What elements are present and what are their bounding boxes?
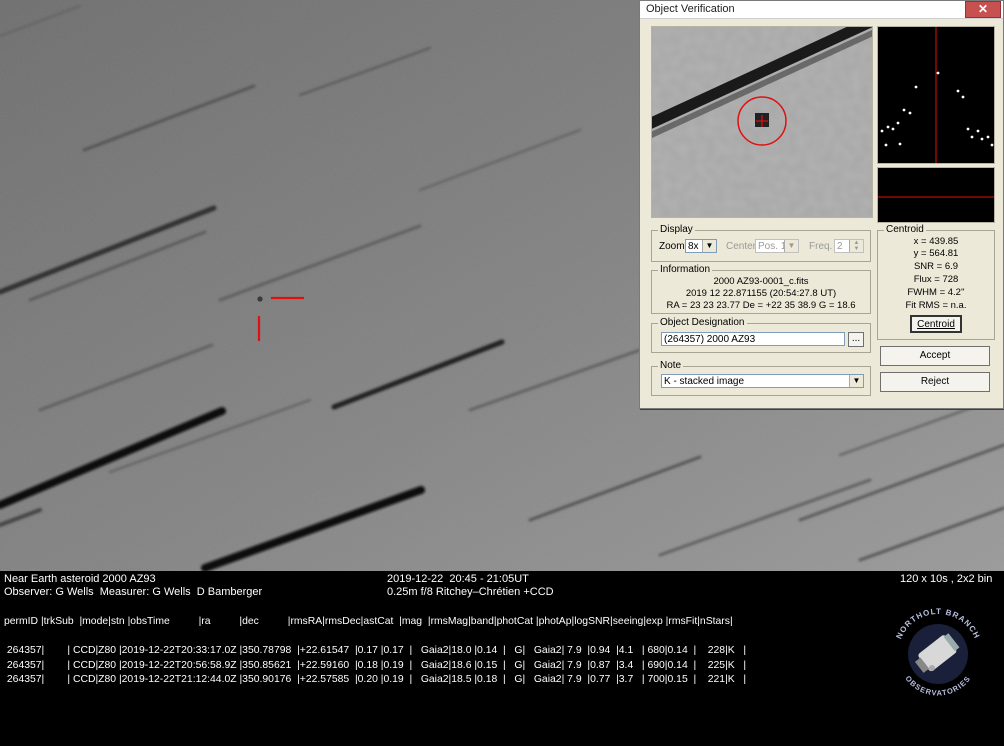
note-label: Note xyxy=(658,360,684,371)
centroid-fwhm: FWHM = 4.2'' xyxy=(907,287,965,298)
zoom-cutout-image xyxy=(651,26,873,218)
designation-group: Object Designation (264357) 2000 AZ93 ..… xyxy=(651,317,871,353)
freq-label: Freq. xyxy=(809,241,833,252)
designation-value: (264357) 2000 AZ93 xyxy=(664,334,756,345)
centroid-x: x = 439.85 xyxy=(913,236,959,247)
display-group: Display Zoom 8x ▼ Center Pos. 1 ▼ Freq. … xyxy=(651,224,871,262)
centroid-group: Centroid x = 439.85 y = 564.81 SNR = 6.9… xyxy=(877,224,995,340)
designation-input[interactable]: (264357) 2000 AZ93 xyxy=(661,332,845,346)
ades-header: permID |trkSub |mode|stn |obsTime |ra |d… xyxy=(4,616,733,627)
information-group: Information 2000 AZ93-0001_c.fits 2019 1… xyxy=(651,264,871,314)
zoom-dropdown-arrow-icon[interactable]: ▼ xyxy=(702,240,716,252)
caption-band: Near Earth asteroid 2000 AZ93 Observer: … xyxy=(0,571,1004,746)
dialog-title: Object Verification xyxy=(646,3,735,15)
note-value: K - stacked image xyxy=(664,376,745,387)
centroid-fit-rms: Fit RMS = n.a. xyxy=(905,300,967,311)
caption-telescope: 0.25m f/8 Ritchey–Chrétien +CCD xyxy=(387,586,554,598)
center-label: Center xyxy=(726,241,757,252)
target-asteroid xyxy=(257,296,263,302)
close-button[interactable]: ✕ xyxy=(965,1,1001,18)
information-label: Information xyxy=(658,264,713,275)
caption-exposure: 120 x 10s , 2x2 bin xyxy=(900,573,993,585)
radial-profile-plot xyxy=(877,26,995,164)
center-select[interactable]: Pos. 1 ▼ xyxy=(755,239,799,253)
info-filename: 2000 AZ93-0001_c.fits xyxy=(713,276,809,287)
note-dropdown-arrow-icon[interactable]: ▼ xyxy=(849,375,863,387)
caption-datetime: 2019-12-22 20:45 - 21:05UT xyxy=(387,573,529,585)
note-select[interactable]: K - stacked image ▼ xyxy=(661,374,864,388)
line-profile-plot xyxy=(877,167,995,223)
centroid-flux: Flux = 728 xyxy=(913,274,959,285)
info-date: 2019 12 22.871155 (20:54:27.8 UT) xyxy=(685,288,837,299)
caption-observer: Observer: G Wells Measurer: G Wells D Ba… xyxy=(4,586,263,598)
center-value: Pos. 1 xyxy=(758,241,787,252)
northolt-branch-logo: NORTHOLT BRANCH OBSERVATORIES xyxy=(894,607,980,698)
zoom-value: 8x xyxy=(688,241,699,252)
caption-object: Near Earth asteroid 2000 AZ93 xyxy=(4,573,156,585)
reject-button[interactable]: Reject xyxy=(880,372,990,392)
note-group: Note K - stacked image ▼ xyxy=(651,360,871,396)
center-dropdown-arrow-icon[interactable]: ▼ xyxy=(784,240,798,252)
freq-stepper[interactable]: 2 ▲ ▼ xyxy=(834,239,864,253)
centroid-y: y = 564.81 xyxy=(913,248,959,259)
designation-browse-button[interactable]: ... xyxy=(848,332,864,347)
ades-row: 264357| | CCD|Z80 |2019-12-22T21:12:44.0… xyxy=(4,674,747,685)
ades-row: 264357| | CCD|Z80 |2019-12-22T20:56:58.9… xyxy=(4,660,747,671)
centroid-button[interactable]: Centroid xyxy=(910,315,962,333)
info-coordinates: RA = 23 23 23.77 De = +22 35 38.9 G = 18… xyxy=(666,300,856,311)
object-verification-dialog: Object Verification ✕ Display Zoom 8x ▼ … xyxy=(639,0,1004,409)
freq-value: 2 xyxy=(837,241,843,252)
zoom-select[interactable]: 8x ▼ xyxy=(685,239,717,253)
designation-label: Object Designation xyxy=(658,317,747,328)
centroid-label: Centroid xyxy=(884,224,926,235)
accept-button[interactable]: Accept xyxy=(880,346,990,366)
zoom-label: Zoom xyxy=(659,241,685,252)
centroid-snr: SNR = 6.9 xyxy=(913,261,959,272)
ades-row: 264357| | CCD|Z80 |2019-12-22T20:33:17.0… xyxy=(4,645,747,656)
stepper-arrows-icon[interactable]: ▲ ▼ xyxy=(849,240,863,252)
display-label: Display xyxy=(658,224,695,235)
dialog-titlebar[interactable]: Object Verification ✕ xyxy=(640,1,1003,19)
